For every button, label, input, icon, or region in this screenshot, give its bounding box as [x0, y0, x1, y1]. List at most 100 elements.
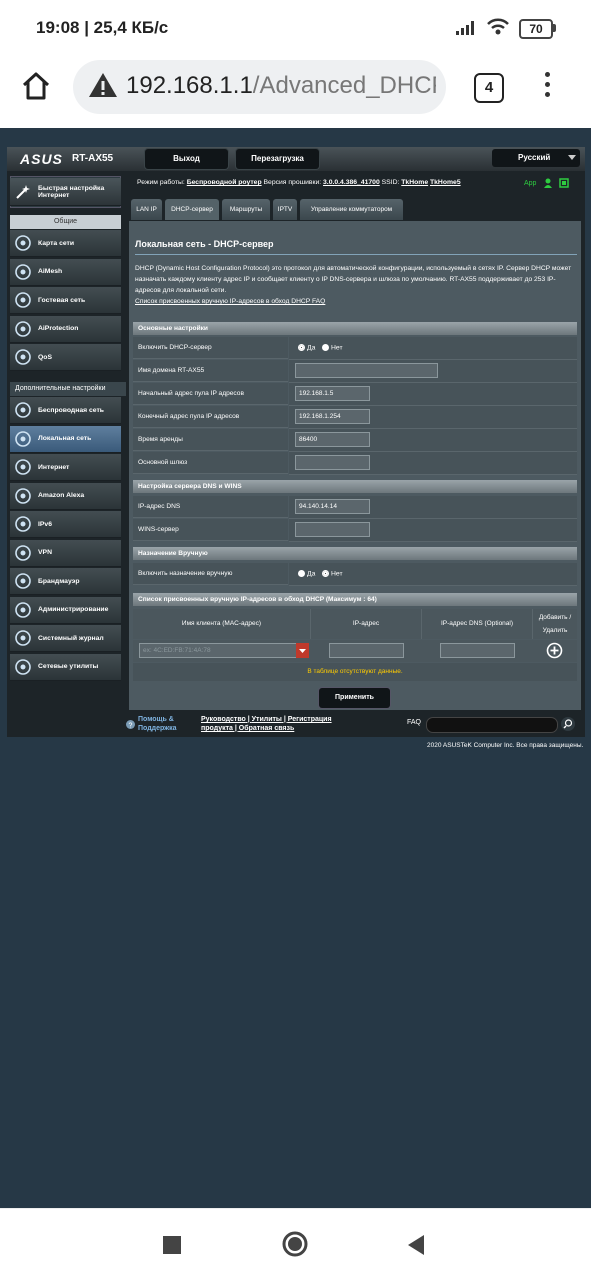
sidebar-item-guest-network[interactable]: Гостевая сеть — [10, 287, 121, 314]
apply-button[interactable]: Применить — [319, 688, 390, 708]
label-wins: WINS-сервер — [133, 519, 288, 541]
faq-link[interactable]: Список присвоенных вручную IP-адресов в … — [135, 298, 325, 305]
add-icon[interactable] — [546, 642, 563, 659]
faq-search-input[interactable] — [426, 717, 558, 733]
tab-iptv[interactable]: IPTV — [273, 199, 297, 220]
search-icon[interactable] — [561, 717, 575, 731]
no-label: Нет — [331, 570, 343, 578]
battery-tip — [553, 24, 556, 32]
tab-switcher-button[interactable]: 4 — [474, 73, 504, 103]
manual-dns-input[interactable] — [440, 643, 515, 658]
domain-input[interactable] — [295, 363, 438, 378]
aimesh-icon — [15, 263, 31, 280]
utilities-link[interactable]: Утилиты — [252, 716, 282, 723]
ssid-label: SSID: — [381, 179, 400, 186]
sidebar-item-label: Amazon Alexa — [38, 492, 85, 499]
usb-icon[interactable] — [559, 178, 570, 188]
col-ip: IP-адрес — [311, 609, 422, 639]
no-label: Нет — [331, 344, 343, 352]
sidebar-item-globe[interactable]: Интернет — [10, 454, 121, 481]
app-link[interactable]: App — [524, 180, 536, 187]
sidebar-item-admin[interactable]: Администрирование — [10, 596, 121, 624]
home-icon[interactable] — [20, 70, 52, 102]
sidebar-item-label: VPN — [38, 549, 52, 556]
sidebar-item-alexa[interactable]: Amazon Alexa — [10, 482, 121, 510]
chevron-down-icon — [568, 155, 576, 160]
reboot-button[interactable]: Перезагрузка — [236, 149, 319, 169]
recents-icon[interactable] — [163, 1236, 181, 1254]
tab-routes[interactable]: Маршруты — [222, 199, 270, 220]
advanced-header: Дополнительные настройки — [10, 382, 126, 396]
sidebar-item-firewall[interactable]: Брандмауэр — [10, 568, 121, 595]
sidebar-item-network-tools[interactable]: Сетевые утилиты — [10, 653, 121, 681]
fw-link[interactable]: 3.0.0.4.386_41700 — [323, 179, 380, 186]
home-nav-icon[interactable] — [281, 1230, 309, 1258]
sidebar-item-wireless[interactable]: Беспроводная сеть — [10, 397, 121, 424]
client-dropdown-button[interactable] — [296, 643, 309, 658]
wins-input[interactable] — [295, 522, 370, 537]
mode-link[interactable]: Беспроводной роутер — [187, 179, 262, 186]
sidebar-item-qos[interactable]: QoS — [10, 344, 121, 371]
sidebar-item-aiprotection[interactable]: AiProtection — [10, 315, 121, 343]
sidebar-item-syslog[interactable]: Системный журнал — [10, 625, 121, 652]
dns-input[interactable]: 94.140.14.14 — [295, 499, 370, 514]
user-icon[interactable] — [543, 178, 553, 188]
manual-ip-input[interactable] — [329, 643, 404, 658]
quick-setup-item[interactable]: Быстрая настройка Интернет — [10, 178, 121, 206]
signal-icon — [456, 21, 474, 35]
ssid-link-1[interactable]: TkHome — [401, 179, 428, 186]
feedback-link[interactable]: Обратная связь — [239, 725, 295, 732]
end-ip-input[interactable]: 192.168.1.254 — [295, 409, 370, 424]
sidebar-item-aimesh[interactable]: AiMesh — [10, 258, 121, 286]
radio-off-icon — [322, 344, 329, 351]
label-gateway: Основной шлюз — [133, 452, 288, 474]
col-add: Добавить / Удалить — [533, 609, 577, 639]
sidebar-item-label: QoS — [38, 353, 52, 361]
sidebar-item-lan[interactable]: Локальная сеть — [10, 425, 121, 453]
yes-label: Да — [307, 570, 316, 578]
lan-icon — [15, 430, 31, 447]
firewall-icon — [15, 573, 31, 589]
warning-icon[interactable] — [88, 72, 118, 98]
url-text[interactable]: 192.168.1.1/Advanced_DHCP — [126, 72, 436, 100]
sidebar-item-vpn[interactable]: VPN — [10, 539, 121, 567]
chevron-down-icon — [299, 649, 306, 653]
sidebar-item-ipv6[interactable]: IPv6 — [10, 511, 121, 538]
browser-menu-icon[interactable] — [540, 72, 554, 102]
manual-link[interactable]: Руководство — [201, 716, 246, 723]
dhcp-no-radio[interactable]: Нет — [322, 344, 343, 351]
help-support-link[interactable]: Помощь & Поддержка — [138, 715, 188, 733]
sidebar-item-label: Карта сети — [38, 239, 75, 247]
back-icon[interactable] — [406, 1234, 426, 1256]
radio-on-icon — [322, 570, 329, 577]
network-map-icon — [15, 235, 31, 251]
dhcp-yes-radio[interactable]: Да — [298, 344, 315, 351]
col-dns: IP-адрес DNS (Optional) — [422, 609, 533, 639]
section-basic: Основные настройки — [133, 322, 577, 335]
wireless-icon — [15, 402, 31, 418]
language-select[interactable]: Русский — [492, 149, 580, 167]
sidebar-item-label: Сетевые утилиты — [38, 663, 99, 670]
admin-icon — [15, 601, 31, 618]
tab-switch-control[interactable]: Управление коммутатором — [300, 199, 403, 220]
app-icons: App — [524, 178, 570, 188]
sidebar-item-label: Локальная сеть — [38, 435, 92, 442]
col-client: Имя клиента (MAC-адрес) — [133, 609, 311, 639]
radio-off-icon — [298, 570, 305, 577]
lease-input[interactable]: 86400 — [295, 432, 370, 447]
ssid-link-2[interactable]: TkHome5 — [430, 179, 461, 186]
asus-logo: ASUS — [20, 151, 63, 167]
tab-dhcp-server[interactable]: DHCP-сервер — [165, 199, 219, 220]
yes-label: Да — [307, 344, 316, 352]
tab-lan-ip[interactable]: LAN IP — [131, 199, 162, 220]
gateway-input[interactable] — [295, 455, 370, 470]
manual-yes-radio[interactable]: Да — [298, 570, 315, 577]
sidebar-item-label: Брандмауэр — [38, 577, 80, 585]
start-ip-input[interactable]: 192.168.1.5 — [295, 386, 370, 401]
sidebar-item-label: AiProtection — [38, 325, 79, 332]
logout-button[interactable]: Выход — [145, 149, 228, 169]
client-mac-input[interactable]: ex: 4C:ED:FB:71:4A:78 — [139, 643, 309, 658]
sidebar-item-network-map[interactable]: Карта сети — [10, 230, 121, 257]
wand-icon — [16, 184, 30, 199]
manual-no-radio[interactable]: Нет — [322, 570, 343, 577]
